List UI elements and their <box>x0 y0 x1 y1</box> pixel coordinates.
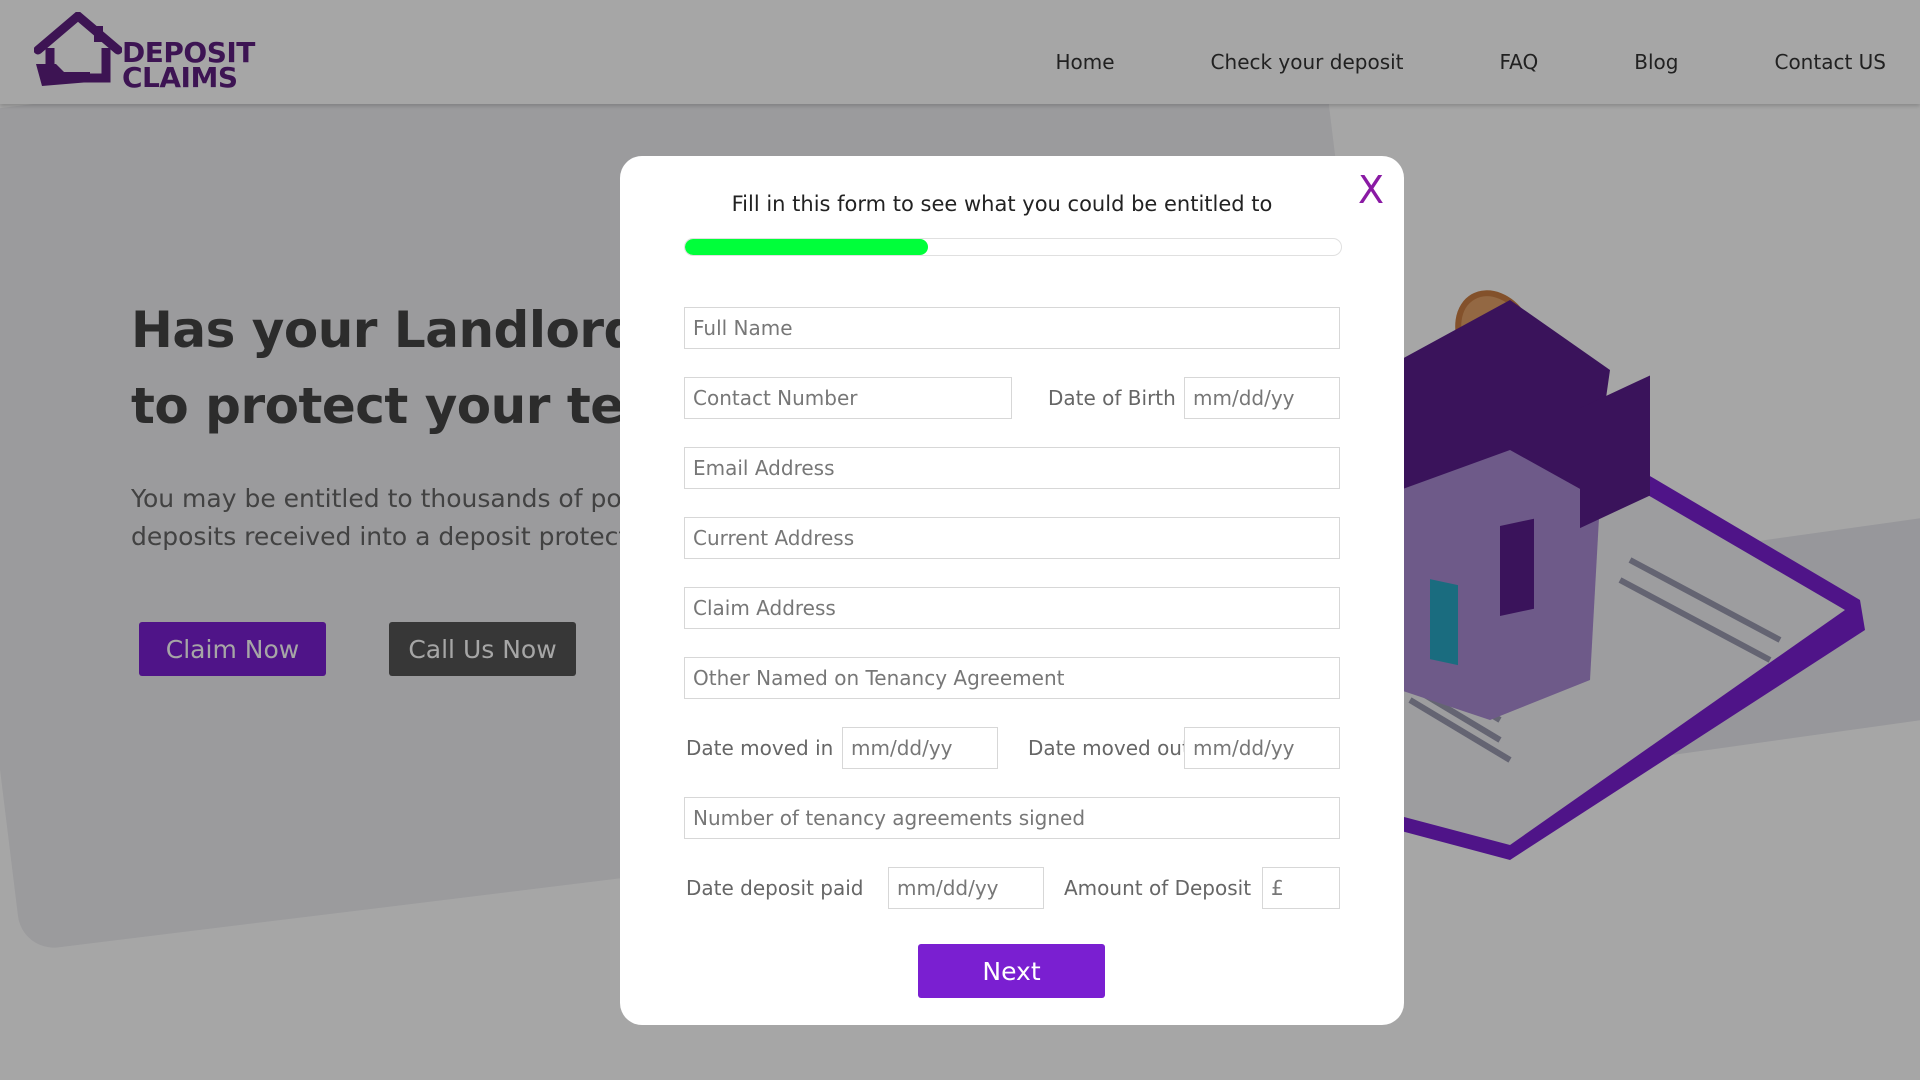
date-moved-in-label: Date moved in <box>686 736 834 760</box>
full-name-input[interactable] <box>684 307 1340 349</box>
date-of-birth-label: Date of Birth <box>1048 386 1176 410</box>
date-moved-out-label: Date moved out <box>1028 736 1190 760</box>
contact-number-input[interactable] <box>684 377 1012 419</box>
date-moved-in-input[interactable] <box>842 727 998 769</box>
email-input[interactable] <box>684 447 1340 489</box>
page: DEPOSIT CLAIMS Home Check your deposit F… <box>0 0 1920 1080</box>
claim-address-input[interactable] <box>684 587 1340 629</box>
num-agreements-input[interactable] <box>684 797 1340 839</box>
current-address-input[interactable] <box>684 517 1340 559</box>
other-named-input[interactable] <box>684 657 1340 699</box>
modal-title: Fill in this form to see what you could … <box>731 192 1273 216</box>
progress-fill <box>685 239 928 255</box>
next-button[interactable]: Next <box>918 944 1105 998</box>
date-deposit-paid-label: Date deposit paid <box>686 876 864 900</box>
claim-form-modal: X Fill in this form to see what you coul… <box>620 156 1404 1025</box>
progress-bar <box>684 238 1342 256</box>
amount-of-deposit-label: Amount of Deposit <box>1064 876 1252 900</box>
date-deposit-paid-input[interactable] <box>888 867 1044 909</box>
amount-of-deposit-input[interactable] <box>1262 867 1340 909</box>
date-moved-out-input[interactable] <box>1184 727 1340 769</box>
date-of-birth-input[interactable] <box>1184 377 1340 419</box>
